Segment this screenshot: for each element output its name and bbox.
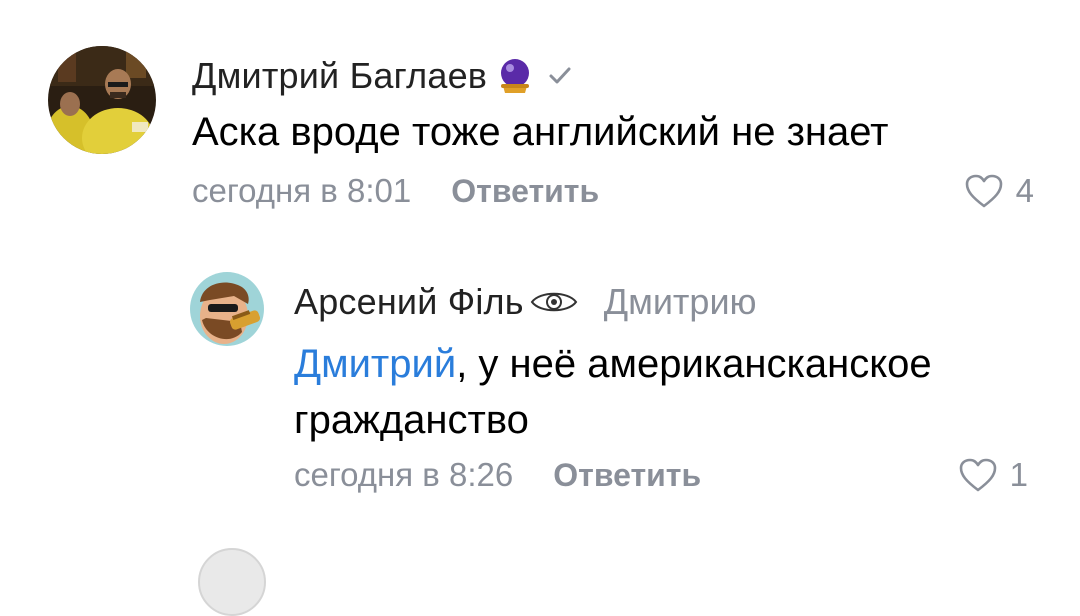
- check-icon: [547, 63, 573, 89]
- comment-header: Арсений Фiль Дмитрию: [294, 278, 757, 326]
- crystal-ball-icon: [495, 56, 535, 96]
- comment-text: Аска вроде тоже английский не знает: [192, 110, 889, 154]
- like-button[interactable]: 1: [958, 452, 1028, 498]
- reply-to-link[interactable]: Дмитрию: [604, 281, 757, 323]
- comment-meta: сегодня в 8:26 Ответить: [294, 452, 701, 498]
- avatar[interactable]: [190, 272, 264, 346]
- like-count: 1: [1009, 456, 1028, 493]
- comment-time: сегодня в 8:26: [294, 456, 514, 493]
- author-name[interactable]: Арсений Фiль: [294, 281, 524, 323]
- reply-item: Арсений Фiль Дмитрию Дмитрий, у неё амер…: [0, 250, 1080, 550]
- heart-icon: [965, 174, 1002, 208]
- eye-icon: [530, 288, 578, 316]
- reply-button[interactable]: Ответить: [553, 457, 701, 494]
- comment-text: Дмитрий, у неё американсканское гражданс…: [294, 336, 1054, 448]
- comment-item: Дмитрий Баглаев Аска вроде тоже английск…: [0, 0, 1080, 240]
- comment-time: сегодня в 8:01: [192, 172, 412, 209]
- comment-meta: сегодня в 8:01 Ответить: [192, 168, 599, 214]
- heart-icon: [959, 458, 996, 492]
- reply-button[interactable]: Ответить: [451, 173, 599, 210]
- like-count: 4: [1015, 172, 1034, 209]
- mention-link[interactable]: Дмитрий: [294, 342, 456, 386]
- like-button[interactable]: 4: [964, 168, 1034, 214]
- avatar[interactable]: [48, 46, 156, 154]
- avatar[interactable]: [198, 548, 266, 616]
- comment-header: Дмитрий Баглаев: [192, 52, 573, 100]
- author-name[interactable]: Дмитрий Баглаев: [192, 55, 487, 97]
